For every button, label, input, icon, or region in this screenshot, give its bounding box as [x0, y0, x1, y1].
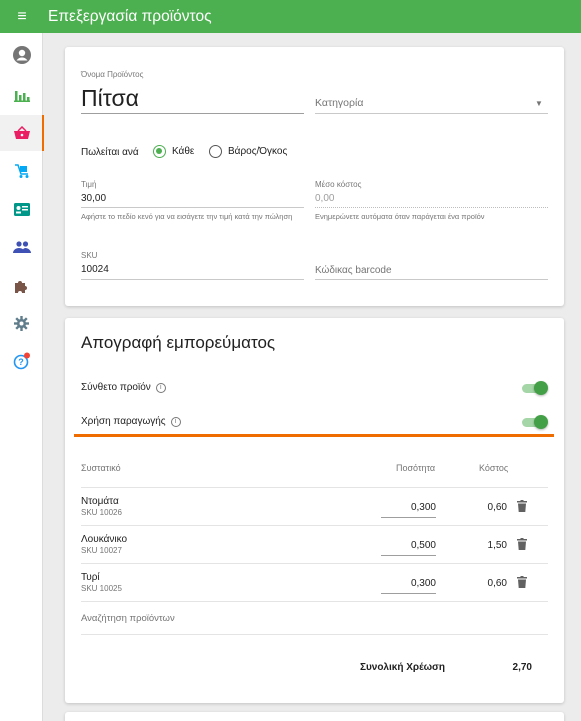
ingredient-cost: 0,60 [487, 578, 507, 589]
ingredient-name: Τυρί [81, 572, 100, 583]
sidebar-item-settings[interactable] [0, 305, 43, 341]
composite-product-label: Σύνθετο προϊόν [81, 382, 151, 393]
average-cost-underline [315, 207, 548, 208]
header-divider [81, 487, 548, 488]
sidebar-item-inventory[interactable] [0, 153, 43, 189]
barcode-input[interactable]: Κώδικας barcode [315, 265, 392, 276]
menu-icon[interactable]: ≡ [8, 0, 36, 33]
sku-input[interactable]: 10024 [81, 264, 109, 275]
use-production-row: Χρήση παραγωγής i [81, 416, 181, 427]
inventory-card: Απογραφή εμπορεύματος Σύνθετο προϊόν i Χ… [65, 318, 564, 703]
customers-icon [12, 241, 31, 253]
search-underline [81, 634, 548, 635]
average-cost-value: 0,00 [315, 193, 335, 204]
use-production-label: Χρήση παραγωγής [81, 416, 166, 427]
sidebar-item-account[interactable] [0, 37, 43, 73]
accent-divider [74, 434, 554, 437]
ingredient-name: Ντομάτα [81, 496, 119, 507]
delete-icon[interactable] [517, 538, 527, 550]
barcode-underline [315, 279, 548, 280]
account-icon [12, 46, 31, 64]
ingredient-sku: SKU 10026 [81, 508, 122, 517]
sidebar-item-integrations[interactable] [0, 267, 43, 303]
inventory-icon [14, 164, 28, 178]
total-cost-label: Συνολική Χρέωση [359, 662, 445, 673]
help-icon: ? [13, 352, 30, 370]
delete-icon[interactable] [517, 500, 527, 512]
delete-icon[interactable] [517, 576, 527, 588]
sidebar-item-items[interactable] [0, 115, 44, 151]
row-divider [81, 601, 548, 602]
info-icon[interactable]: i [170, 416, 181, 427]
info-icon[interactable]: i [155, 382, 166, 393]
composite-product-toggle[interactable] [522, 381, 548, 395]
radio-weight-label: Βάρος/Όγκος [228, 146, 288, 157]
quantity-column-header: Ποσότητα [396, 463, 436, 473]
price-underline [81, 207, 304, 208]
employees-icon [13, 202, 30, 216]
ingredient-cost: 1,50 [487, 540, 507, 551]
total-cost-value: 2,70 [512, 662, 532, 673]
product-name-input[interactable]: Πίτσα [81, 85, 139, 112]
settings-icon [14, 315, 29, 331]
average-cost-help-text: Ενημερώνετε αυτόματα όταν παράγεται ένα … [315, 212, 485, 221]
price-help-text: Αφήστε το πεδίο κενό για να εισάγετε την… [81, 212, 293, 221]
row-divider [81, 563, 548, 564]
product-search-input[interactable]: Αναζήτηση προϊόντων [81, 613, 175, 624]
reports-icon [13, 91, 30, 102]
sidebar: ? [0, 33, 44, 721]
inventory-section-title: Απογραφή εμπορεύματος [81, 333, 276, 352]
quantity-input[interactable]: 0,300 [381, 578, 436, 589]
price-input[interactable]: 30,00 [81, 193, 106, 204]
ingredient-sku: SKU 10025 [81, 584, 122, 593]
radio-each[interactable]: Κάθε [153, 145, 194, 158]
chevron-down-icon[interactable]: ▼ [535, 99, 543, 108]
category-underline [315, 113, 548, 114]
quantity-underline [381, 593, 436, 594]
sidebar-item-customers[interactable] [0, 229, 43, 265]
items-icon [13, 126, 30, 139]
cost-column-header: Κόστος [479, 463, 509, 473]
product-details-card: Όνομα Προϊόντος Πίτσα Κατηγορία ▼ Πωλείτ… [65, 47, 564, 306]
quantity-input[interactable]: 0,300 [381, 502, 436, 513]
sku-underline [81, 279, 304, 280]
product-name-underline [81, 113, 304, 114]
svg-text:?: ? [18, 357, 24, 367]
radio-each-label: Κάθε [172, 146, 195, 157]
sidebar-item-employees[interactable] [0, 191, 43, 227]
ingredient-column-header: Συστατικό [81, 463, 121, 473]
sold-by-label: Πωλείται ανά [81, 147, 139, 158]
row-divider [81, 525, 548, 526]
page-title: Επεξεργασία προϊόντος [48, 7, 212, 25]
ingredient-name: Λουκάνικο [81, 534, 128, 545]
use-production-toggle[interactable] [522, 415, 548, 429]
next-card [65, 712, 564, 721]
quantity-underline [381, 517, 436, 518]
sidebar-item-reports[interactable] [0, 77, 43, 113]
composite-product-row: Σύνθετο προϊόν i [81, 382, 166, 393]
app-bar: ≡ Επεξεργασία προϊόντος [0, 0, 581, 33]
quantity-underline [381, 555, 436, 556]
product-name-label: Όνομα Προϊόντος [81, 70, 144, 79]
quantity-input[interactable]: 0,500 [381, 540, 436, 551]
average-cost-label: Μέσο κόστος [315, 180, 362, 189]
sku-label: SKU [81, 251, 98, 260]
radio-checked-icon [153, 145, 166, 158]
sidebar-item-help[interactable]: ? [0, 343, 43, 379]
ingredient-sku: SKU 10027 [81, 546, 122, 555]
ingredient-cost: 0,60 [487, 502, 507, 513]
category-select[interactable]: Κατηγορία [315, 97, 363, 109]
integrations-icon [15, 280, 27, 293]
radio-unchecked-icon [209, 145, 222, 158]
price-label: Τιμή [81, 180, 97, 189]
radio-weight[interactable]: Βάρος/Όγκος [209, 145, 287, 158]
